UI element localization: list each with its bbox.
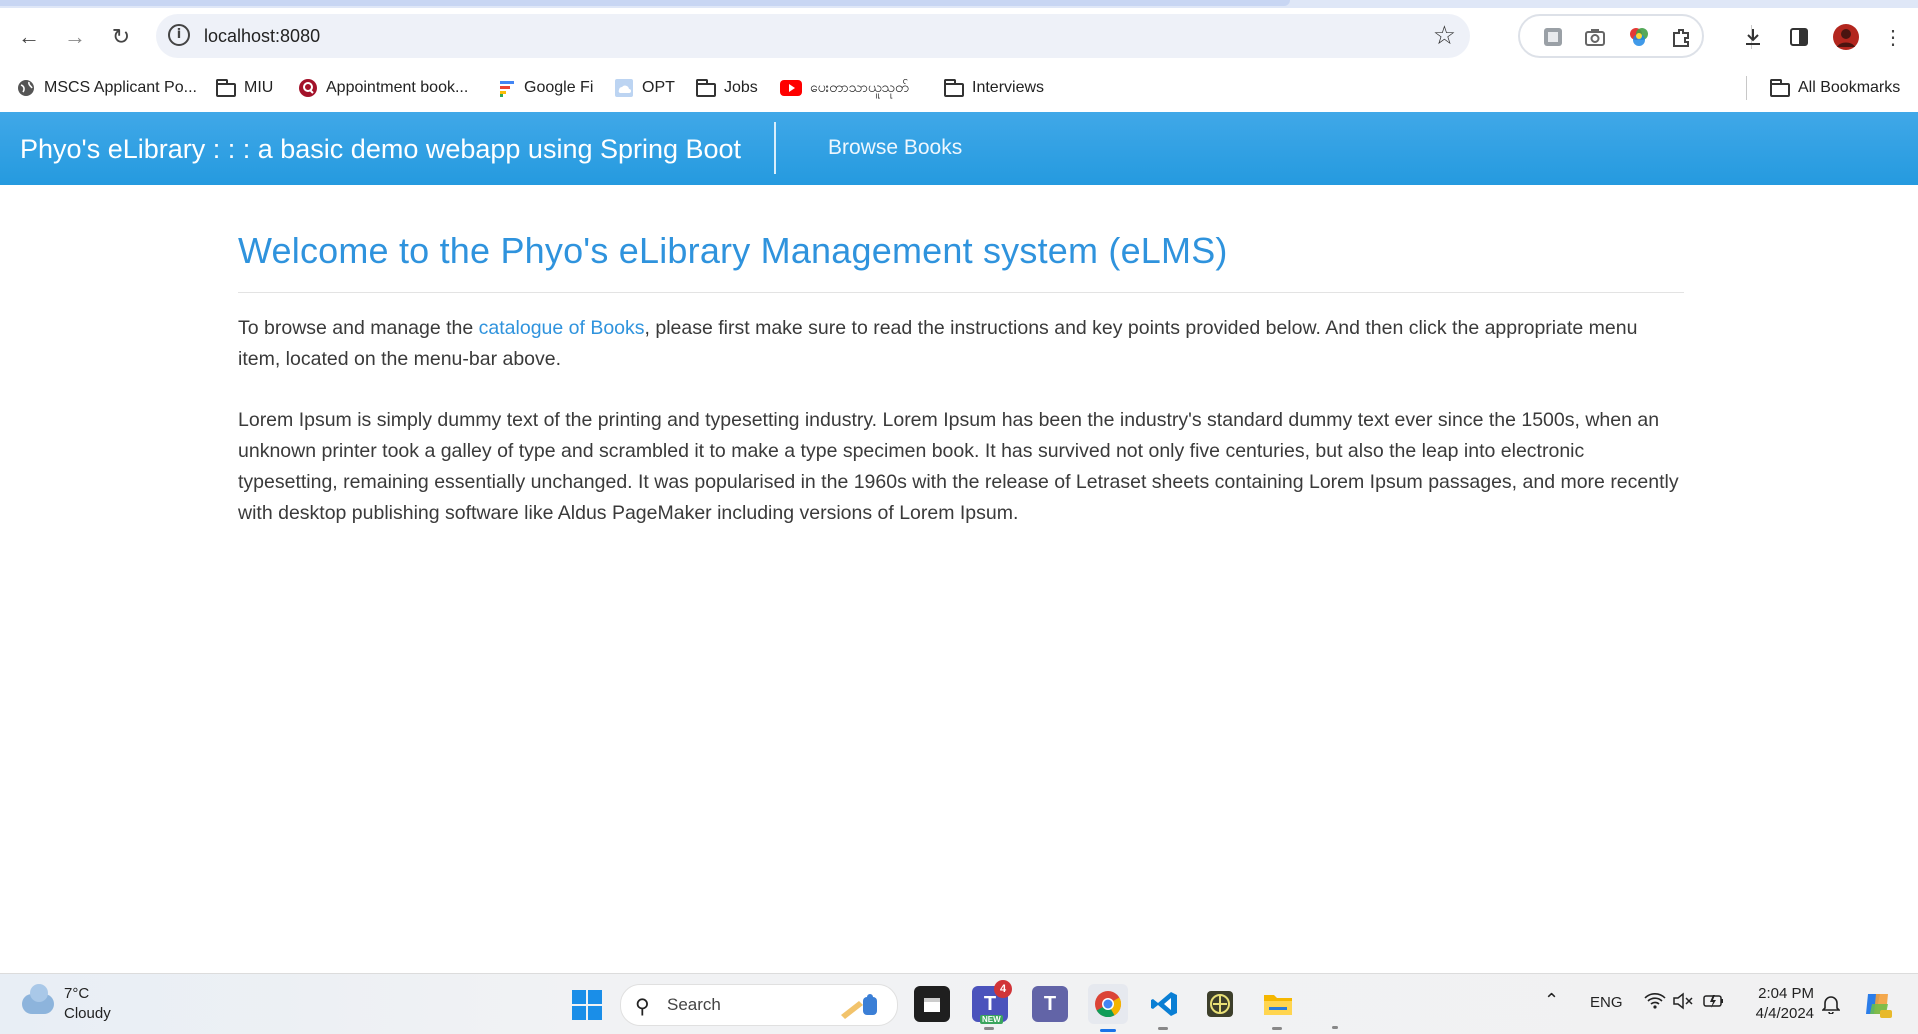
all-bookmarks-label: All Bookmarks [1798,79,1901,96]
bookmark-miu[interactable]: MIU [216,76,273,100]
bookmark-label: ပေးတာသာယူသုတ် [810,79,909,96]
bookmark-mscs[interactable]: MSCS Applicant Po... [16,76,197,100]
app-navbar: Phyo's eLibrary : : : a basic demo webap… [0,112,1918,185]
profile-avatar[interactable] [1831,22,1861,52]
clock-date: 4/4/2024 [1755,1005,1814,1022]
extensions-icon[interactable] [1668,24,1694,50]
system-clock[interactable]: 2:04 PM 4/4/2024 [1744,984,1814,1024]
folder-icon [696,79,716,97]
search-placeholder: Search [667,995,721,1014]
forward-icon[interactable]: → [60,22,90,52]
bookmark-youtube[interactable]: ပေးတာသာယူသုတ် [780,76,909,100]
navbar-divider [774,122,776,174]
bookmark-interviews[interactable]: Interviews [944,76,1044,100]
bookmark-label: Jobs [724,79,758,96]
tab-strip [0,0,1918,8]
reload-icon[interactable]: ↻ [106,22,136,52]
folder-explorer-icon[interactable] [1260,986,1296,1030]
title-divider [238,292,1684,293]
taskbar-pin-dot [1332,1026,1338,1029]
volume-muted-icon[interactable] [1672,992,1694,1010]
bookmark-appointment[interactable]: Appointment book... [298,76,468,100]
teams-badge: 4 [994,980,1012,998]
main-content: Welcome to the Phyo's eLibrary Managemen… [238,230,1684,559]
running-indicator [984,1027,994,1030]
intro-text-before: To browse and manage the [238,317,479,339]
notification-bell-icon[interactable] [1822,994,1840,1014]
globe-icon [18,80,34,96]
bookmark-label: MIU [244,79,274,96]
camera-icon[interactable] [1582,24,1608,50]
bookmark-label: Interviews [972,79,1045,96]
back-icon[interactable]: ← [14,22,44,52]
side-panel-icon[interactable] [1784,22,1814,52]
chrome-icon[interactable] [1088,984,1128,1032]
catalogue-link[interactable]: catalogue of Books [479,317,645,339]
bookmark-label: Appointment book... [326,79,469,96]
bookmark-star-icon[interactable]: ☆ [1433,20,1456,51]
address-bar[interactable]: i localhost:8080 ☆ [156,14,1470,58]
search-highlight-icon [841,994,877,1019]
navbar-brand[interactable]: Phyo's eLibrary : : : a basic demo webap… [20,134,741,165]
search-icon: ⚲ [635,996,650,1018]
browser-toolbar: ← → ↻ i localhost:8080 ☆ ⋮ [0,8,1918,64]
appointment-icon [299,79,317,97]
all-bookmarks-button[interactable]: All Bookmarks [1770,76,1900,100]
page-title: Welcome to the Phyo's eLibrary Managemen… [238,230,1228,271]
active-indicator [1100,1029,1116,1032]
nav-browse-books-link[interactable]: Browse Books [828,136,962,160]
cloud-icon [22,984,54,1014]
intro-paragraph: To browse and manage the catalogue of Bo… [238,313,1684,375]
url-text[interactable]: localhost:8080 [204,26,320,47]
youtube-icon [780,80,802,96]
bookmark-google-fi[interactable]: Google Fi [498,76,593,100]
folder-icon [1770,79,1790,97]
bookmark-label: MSCS Applicant Po... [44,79,197,96]
google-fi-icon [500,81,514,97]
battery-charging-icon[interactable] [1702,992,1726,1010]
bookmark-opt[interactable]: OPT [614,76,675,100]
running-indicator [1158,1027,1168,1030]
teams-new-label: NEW [980,1015,1003,1024]
teams-icon[interactable]: T [1032,986,1068,1022]
weather-desc: Cloudy [64,1005,111,1022]
menu-kebab-icon[interactable]: ⋮ [1878,22,1908,52]
language-indicator[interactable]: ENG [1590,994,1623,1011]
extension-puzzle-image-icon[interactable] [1540,24,1566,50]
active-tab-indicator[interactable] [0,0,1290,6]
running-indicator [1272,1027,1282,1030]
bookmark-label: Google Fi [524,79,594,96]
bookmarks-divider [1746,76,1747,100]
lorem-paragraph: Lorem Ipsum is simply dummy text of the … [238,409,1679,524]
file-explorer-dark-icon[interactable] [914,986,950,1022]
copilot-icon[interactable] [1862,988,1894,1020]
bookmarks-bar: MSCS Applicant Po... MIU Appointment boo… [0,64,1918,112]
wifi-icon[interactable] [1644,992,1666,1010]
weather-temp: 7°C [64,985,90,1002]
bookmark-jobs[interactable]: Jobs [696,76,758,100]
bookmark-label: OPT [642,79,675,96]
site-info-icon[interactable]: i [168,24,190,46]
taskbar-search[interactable]: ⚲ Search [620,984,898,1026]
extensions-group [1518,14,1704,58]
color-picker-icon[interactable] [1626,24,1652,50]
weather-widget[interactable]: 7°C Cloudy [22,984,111,1024]
cloud-doc-icon [615,79,633,97]
folder-icon [944,79,964,97]
clock-time: 2:04 PM [1758,985,1814,1002]
folder-icon [216,79,236,97]
eclipse-icon[interactable] [1202,986,1238,1022]
vscode-icon[interactable] [1146,986,1182,1030]
windows-start-icon[interactable] [572,990,602,1020]
downloads-icon[interactable] [1738,22,1768,52]
chevron-up-icon[interactable]: ⌃ [1544,990,1559,1011]
teams-new-icon[interactable]: T 4 NEW [972,980,1012,1030]
taskbar: 7°C Cloudy ⚲ Search T 4 NEW T ⌃ ENG 2:04… [0,973,1918,1034]
